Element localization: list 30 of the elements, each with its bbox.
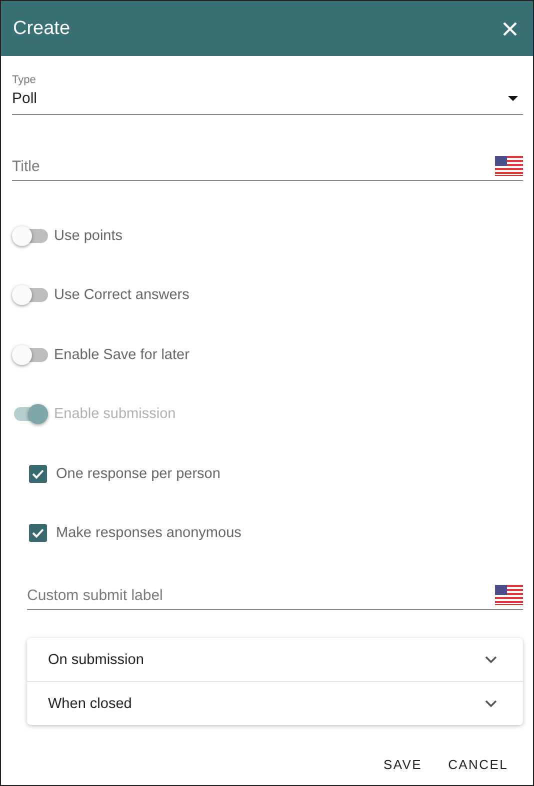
placeholder-text: Custom submit label xyxy=(27,586,164,604)
submit-label-field[interactable]: Custom submit label xyxy=(27,584,523,610)
toggle-switch[interactable] xyxy=(12,226,48,246)
toggle-label: Enable submission xyxy=(54,406,176,422)
checkbox[interactable] xyxy=(29,524,47,542)
flag-icon[interactable] xyxy=(495,585,523,605)
flag-icon[interactable] xyxy=(495,156,523,176)
checkbox-label: Make responses anonymous xyxy=(56,524,242,540)
toggle-switch[interactable] xyxy=(12,344,48,365)
toggle-label: Use points xyxy=(54,228,123,244)
expansion-panel-header[interactable]: On submission xyxy=(27,638,523,681)
field-label: Type xyxy=(12,74,36,87)
chevron-down-icon xyxy=(485,656,497,664)
title-field[interactable]: Title xyxy=(12,155,523,181)
toggle-switch[interactable] xyxy=(12,285,48,306)
checkbox-label: One response per person xyxy=(56,466,220,482)
toggle-label: Enable Save for later xyxy=(54,346,190,363)
dialog-title: Create xyxy=(13,18,72,40)
checkbox[interactable] xyxy=(29,464,47,482)
tick-icon xyxy=(32,468,44,478)
cancel-button[interactable]: CANCEL xyxy=(440,750,516,778)
dropdown-arrow-icon xyxy=(508,96,518,100)
chevron-down-icon xyxy=(485,700,497,708)
tick-icon xyxy=(32,528,44,538)
close-icon xyxy=(503,22,517,36)
toggle-label: Use Correct answers xyxy=(54,287,190,304)
type-dropdown[interactable]: Poll xyxy=(12,87,523,115)
save-button[interactable]: SAVE xyxy=(376,750,430,778)
expansion-panel-header[interactable]: When closed xyxy=(27,681,523,725)
placeholder-text: Title xyxy=(12,158,41,174)
